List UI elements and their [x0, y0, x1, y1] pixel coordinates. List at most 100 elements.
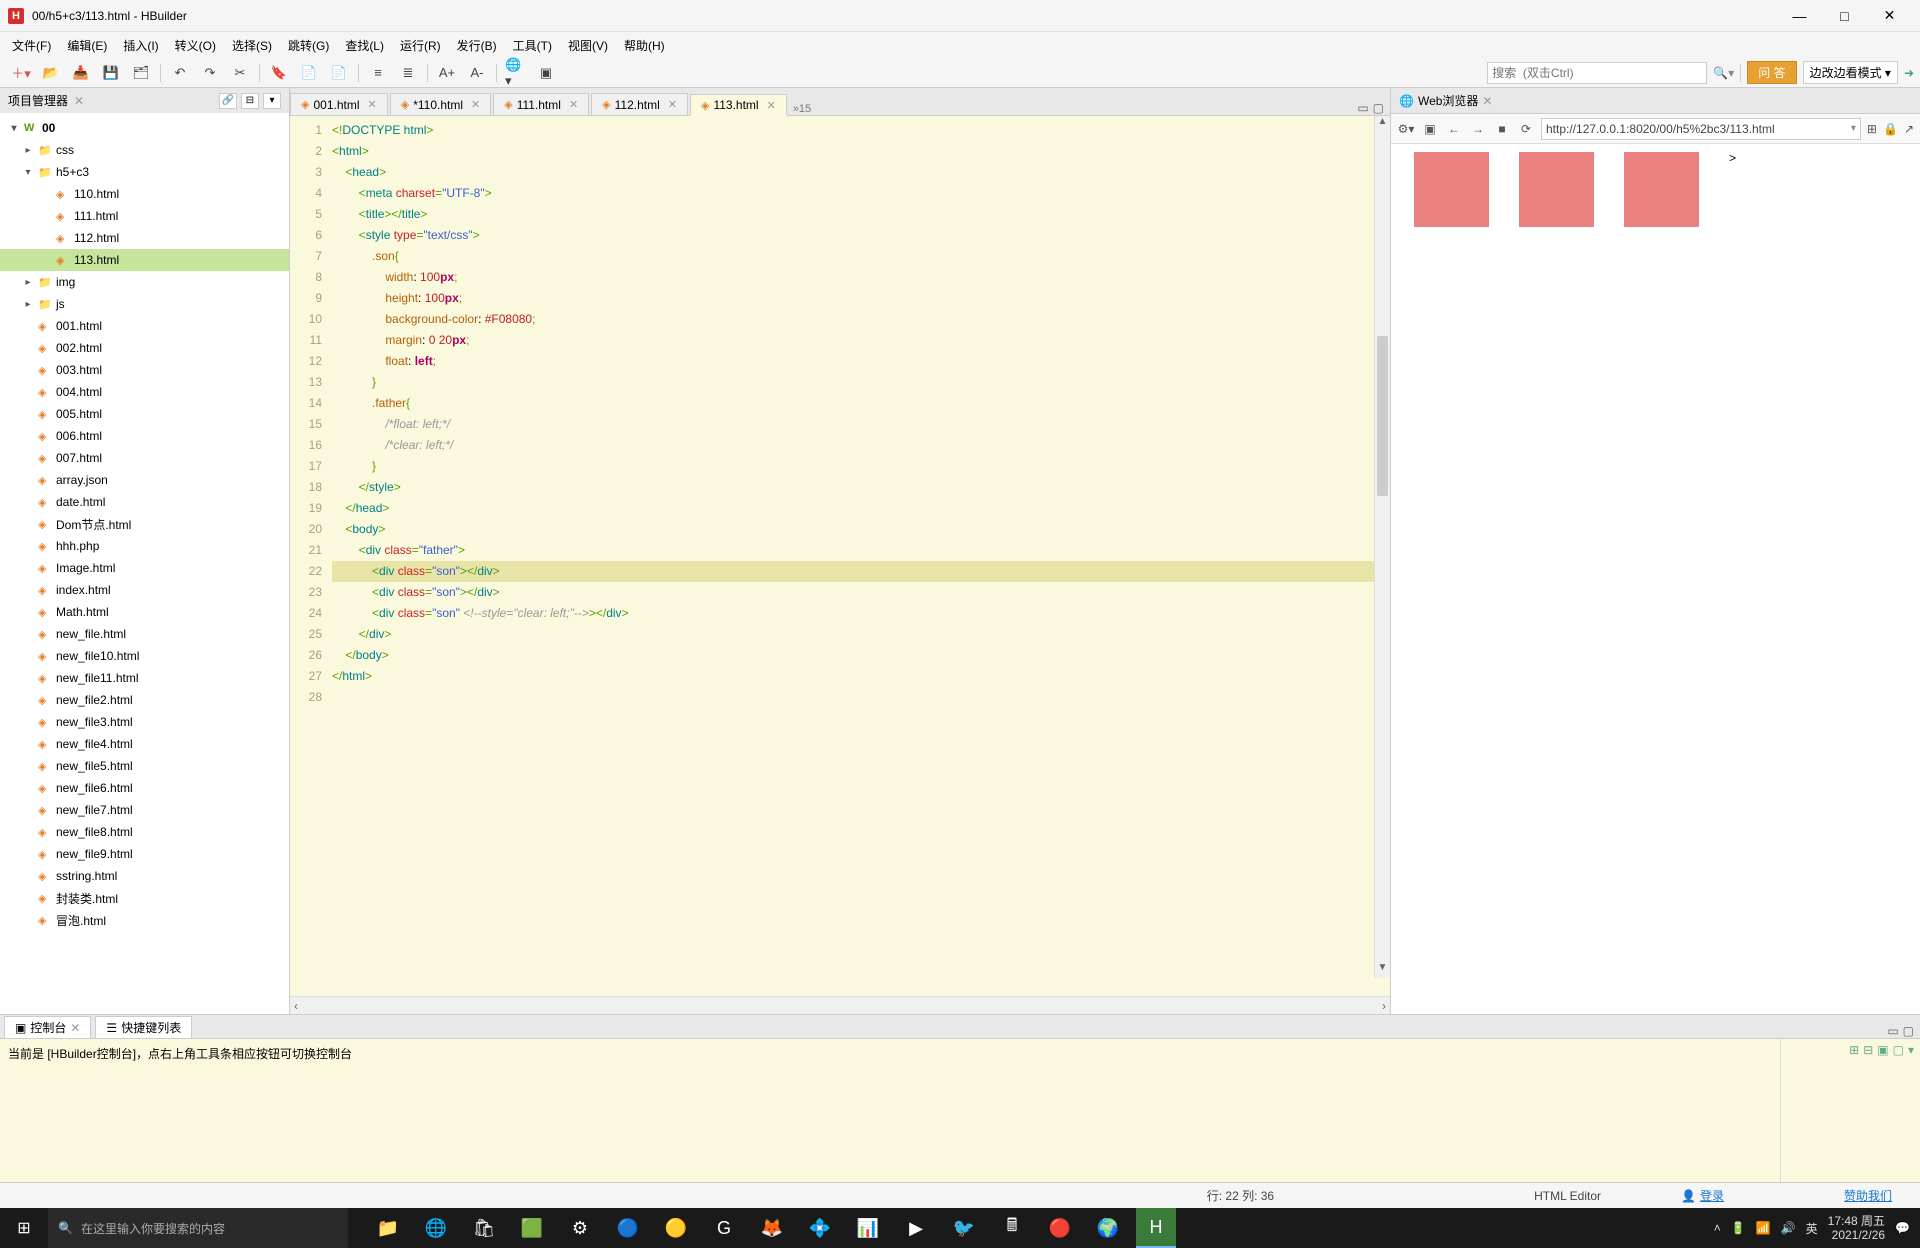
tab-minimize-icon[interactable]: ▭ — [1357, 101, 1368, 115]
menu-insert[interactable]: 插入(I) — [117, 35, 164, 56]
tree-root[interactable]: ▾W00 — [0, 117, 289, 139]
editor-tab[interactable]: ◈113.html✕ — [690, 94, 787, 116]
file-item[interactable]: ◈Math.html — [0, 601, 289, 623]
font-dec-icon[interactable]: A- — [466, 62, 488, 84]
close-panel-icon[interactable]: ✕ — [74, 94, 84, 108]
new-button[interactable]: ＋▾ — [10, 62, 32, 84]
panel-tool-menu-icon[interactable]: ▾ — [263, 93, 281, 109]
folder-h5c3[interactable]: ▾📁h5+c3 — [0, 161, 289, 183]
editor-tab[interactable]: ◈001.html✕ — [290, 93, 388, 115]
powershell-icon[interactable]: ▶ — [896, 1208, 936, 1248]
tray-chevron-icon[interactable]: ˄ — [1714, 1221, 1721, 1235]
panel-tool-link-icon[interactable]: 🔗 — [219, 93, 237, 109]
steam-icon[interactable]: ⚙ — [560, 1208, 600, 1248]
file-item[interactable]: ◈002.html — [0, 337, 289, 359]
console-tab-shortcuts[interactable]: ☰快捷键列表 — [95, 1016, 192, 1038]
editor-tab[interactable]: ◈*110.html✕ — [390, 93, 492, 115]
tab-close-icon[interactable]: ✕ — [368, 98, 377, 111]
chrome-icon[interactable]: 🌍 — [1088, 1208, 1128, 1248]
file-item[interactable]: ◈Image.html — [0, 557, 289, 579]
tab-close-icon[interactable]: ✕ — [668, 98, 677, 111]
menu-goto[interactable]: 跳转(G) — [282, 35, 335, 56]
file-item[interactable]: ◈005.html — [0, 403, 289, 425]
app-icon[interactable]: G — [704, 1208, 744, 1248]
open-external-icon[interactable]: ↗ — [1904, 122, 1914, 136]
clock[interactable]: 17:48 周五 2021/2/26 — [1828, 1214, 1885, 1242]
sponsor-link[interactable]: 赞助我们 — [1844, 1187, 1892, 1204]
scroll-up-icon[interactable]: ▲ — [1375, 116, 1390, 132]
editor-tab[interactable]: ◈111.html✕ — [493, 93, 589, 115]
menu-tools[interactable]: 工具(T) — [507, 35, 558, 56]
editor-tab[interactable]: ◈112.html✕ — [591, 93, 688, 115]
file-item[interactable]: ◈006.html — [0, 425, 289, 447]
folder-css[interactable]: ▸📁css — [0, 139, 289, 161]
app-icon[interactable]: 🟡 — [656, 1208, 696, 1248]
file-item[interactable]: ◈new_file3.html — [0, 711, 289, 733]
file-item[interactable]: ◈sstring.html — [0, 865, 289, 887]
tab-close-icon[interactable]: ✕ — [471, 98, 480, 111]
file-item[interactable]: ◈007.html — [0, 447, 289, 469]
forward-button[interactable]: → — [1469, 122, 1487, 136]
file-item[interactable]: ◈004.html — [0, 381, 289, 403]
menu-view[interactable]: 视图(V) — [562, 35, 614, 56]
address-bar[interactable]: http://127.0.0.1:8020/00/h5%2bc3/113.htm… — [1541, 118, 1861, 140]
file-item[interactable]: ◈new_file.html — [0, 623, 289, 645]
login-link[interactable]: 登录 — [1700, 1187, 1724, 1204]
file-item[interactable]: ◈Dom节点.html — [0, 513, 289, 535]
file-item[interactable]: ◈封装类.html — [0, 887, 289, 909]
stop-button[interactable]: ■ — [1493, 122, 1511, 136]
file-110[interactable]: ◈110.html — [0, 183, 289, 205]
taskbar-search[interactable]: 🔍在这里输入你要搜索的内容 — [48, 1208, 348, 1248]
file-item[interactable]: ◈new_file5.html — [0, 755, 289, 777]
console-max-icon[interactable]: ▢ — [1903, 1024, 1914, 1038]
browser-close-icon[interactable]: ✕ — [1482, 94, 1492, 108]
store-icon[interactable]: 🛍 — [464, 1208, 504, 1248]
doc-icon[interactable]: 📄 — [298, 62, 320, 84]
folder-img[interactable]: ▸📁img — [0, 271, 289, 293]
menu-run[interactable]: 运行(R) — [394, 35, 447, 56]
search-dropdown-icon[interactable]: 🔍▾ — [1713, 66, 1734, 80]
app-icon[interactable]: 🐦 — [944, 1208, 984, 1248]
window-icon[interactable]: ▣ — [1421, 122, 1439, 136]
cut-icon[interactable]: ✂ — [229, 62, 251, 84]
file-item[interactable]: ◈new_file11.html — [0, 667, 289, 689]
app-icon[interactable]: 🦊 — [752, 1208, 792, 1248]
font-inc-icon[interactable]: A+ — [436, 62, 458, 84]
file-item[interactable]: ◈hhh.php — [0, 535, 289, 557]
tab-close-icon[interactable]: ✕ — [767, 99, 776, 112]
indent-icon[interactable]: ≣ — [397, 62, 419, 84]
tab-close-icon[interactable]: ✕ — [569, 98, 578, 111]
file-item[interactable]: ◈冒泡.html — [0, 909, 289, 931]
save-all-button[interactable]: 🗂 — [130, 62, 152, 84]
file-item[interactable]: ◈001.html — [0, 315, 289, 337]
outdent-icon[interactable]: ≡ — [367, 62, 389, 84]
start-button[interactable]: ⊞ — [0, 1208, 48, 1248]
file-item[interactable]: ◈array.json — [0, 469, 289, 491]
minimize-button[interactable]: — — [1777, 0, 1822, 32]
console-min-icon[interactable]: ▭ — [1887, 1024, 1898, 1038]
notifications-icon[interactable]: 💬 — [1895, 1221, 1910, 1235]
wifi-icon[interactable]: 📶 — [1756, 1221, 1771, 1235]
file-111[interactable]: ◈111.html — [0, 205, 289, 227]
maximize-button[interactable]: □ — [1822, 0, 1867, 32]
scroll-thumb[interactable] — [1377, 336, 1388, 496]
horizontal-scrollbar[interactable]: ‹› — [290, 996, 1390, 1014]
ime-indicator[interactable]: 英 — [1806, 1220, 1818, 1237]
edge-icon[interactable]: 🌐 — [416, 1208, 456, 1248]
calculator-icon[interactable]: 🖩 — [992, 1208, 1032, 1248]
console-tool-icon[interactable]: ⊟ — [1863, 1043, 1873, 1057]
doc2-icon[interactable]: 📄 — [328, 62, 350, 84]
file-item[interactable]: ◈new_file10.html — [0, 645, 289, 667]
go-icon[interactable]: ➜ — [1904, 66, 1914, 80]
menu-edit[interactable]: 编辑(E) — [61, 35, 113, 56]
qa-button[interactable]: 问 答 — [1747, 61, 1796, 84]
menu-escape[interactable]: 转义(O) — [169, 35, 222, 56]
file-item[interactable]: ◈003.html — [0, 359, 289, 381]
file-item[interactable]: ◈new_file2.html — [0, 689, 289, 711]
lock-icon[interactable]: 🔒 — [1883, 122, 1898, 136]
scroll-down-icon[interactable]: ▼ — [1375, 962, 1390, 978]
file-item[interactable]: ◈new_file9.html — [0, 843, 289, 865]
console-tab-terminal[interactable]: ▣控制台✕ — [4, 1016, 91, 1038]
console-tool-icon[interactable]: ▾ — [1908, 1043, 1914, 1057]
mode-selector[interactable]: 边改边看模式 ▾ — [1803, 61, 1898, 84]
